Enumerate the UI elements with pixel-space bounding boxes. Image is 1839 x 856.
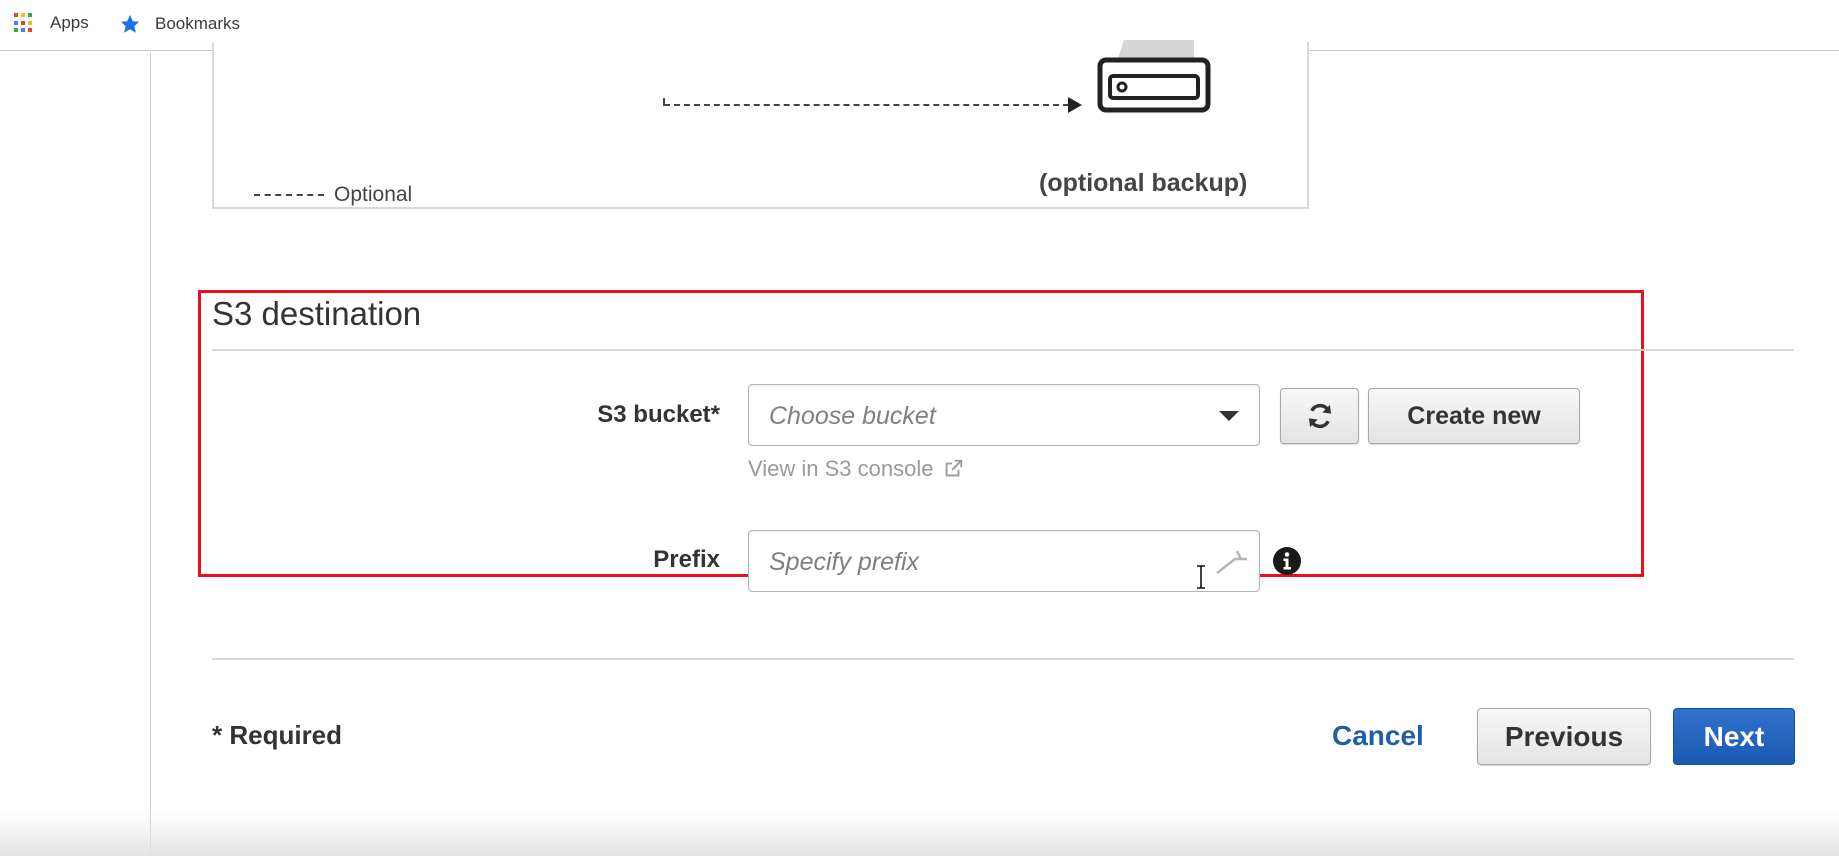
section-divider — [212, 349, 1794, 351]
required-note: * Required — [212, 720, 343, 750]
s3-bucket-select[interactable]: Choose bucket — [748, 384, 1260, 446]
prefix-input[interactable]: Specify prefix — [748, 530, 1260, 592]
view-console-label: View in S3 console — [748, 456, 934, 481]
refresh-icon — [1308, 403, 1331, 429]
legend-label: Optional — [334, 183, 413, 206]
apps-grid-icon — [14, 13, 34, 33]
info-icon[interactable] — [1272, 546, 1302, 576]
prefix-label: Prefix — [653, 546, 720, 573]
legend-dashed-line — [254, 194, 324, 196]
star-icon — [120, 14, 140, 33]
dashed-arrow-line — [664, 104, 1069, 106]
backup-label: (optional backup) — [1039, 169, 1248, 197]
autofill-key-icon — [1216, 550, 1247, 574]
apps-label: Apps — [50, 13, 89, 32]
arrow-head-icon — [1068, 97, 1082, 113]
next-button[interactable]: Next — [1673, 708, 1795, 765]
external-link-icon — [945, 459, 962, 477]
s3-bucket-placeholder: Choose bucket — [769, 402, 936, 430]
section-title: S3 destination — [212, 295, 422, 332]
previous-button[interactable]: Previous — [1477, 708, 1651, 765]
hard-drive-icon — [1097, 40, 1211, 113]
footer-divider — [212, 658, 1794, 660]
bookmarks-label: Bookmarks — [155, 14, 241, 33]
refresh-button[interactable] — [1280, 388, 1359, 444]
bottom-shadow — [0, 812, 1839, 856]
bookmarks-folder[interactable]: Bookmarks — [119, 13, 240, 35]
chevron-down-icon — [1219, 411, 1239, 421]
prefix-placeholder: Specify prefix — [769, 548, 920, 576]
left-divider — [150, 52, 151, 856]
architecture-diagram: (optional backup) Optional — [212, 40, 1309, 209]
page-content: (optional backup) Optional S3 destinatio… — [0, 40, 1839, 856]
cancel-link[interactable]: Cancel — [1332, 720, 1424, 752]
s3-bucket-label: S3 bucket* — [597, 401, 720, 428]
apps-shortcut[interactable]: Apps — [14, 13, 89, 33]
text-cursor-icon — [1197, 565, 1205, 589]
create-new-button[interactable]: Create new — [1368, 388, 1580, 444]
view-in-s3-console-link[interactable]: View in S3 console — [748, 456, 964, 482]
